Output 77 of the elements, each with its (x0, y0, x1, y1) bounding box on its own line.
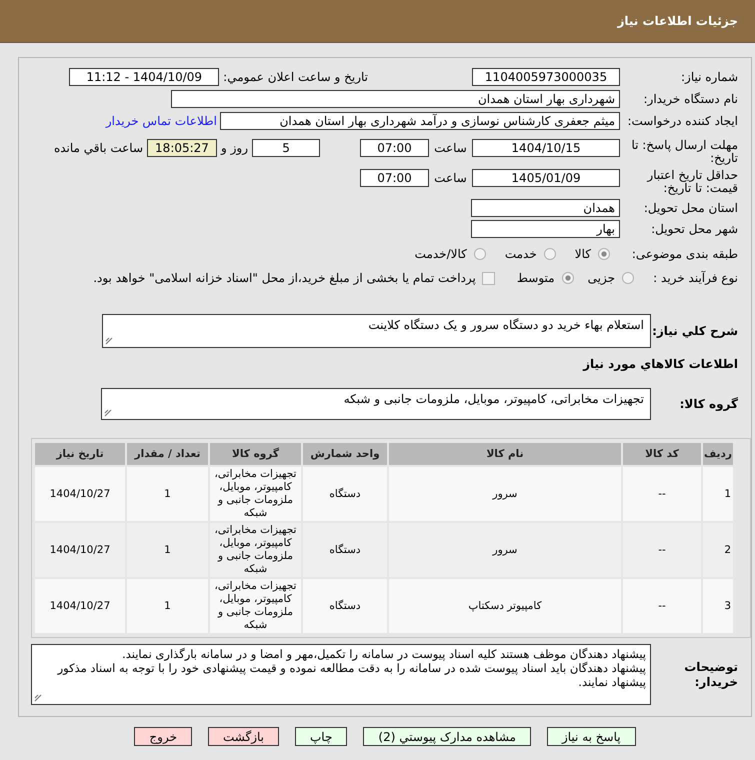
reply-button[interactable]: پاسخ به نیاز (546, 727, 636, 746)
need-number-field[interactable]: 1104005973000035 (472, 68, 620, 86)
category-radio[interactable]: خدمت (504, 247, 556, 261)
unit-cell: دستگاه (303, 467, 387, 521)
description-field[interactable]: استعلام بهاء خرید دو دستگاه سرور و یک دستگاه کلاینت (102, 314, 651, 348)
column-header[interactable]: کد کالا (623, 443, 701, 465)
date-cell: 1404/10/27 (35, 523, 125, 577)
field-label: مهلت ارسال پاسخ: تا تاریخ: (630, 139, 738, 165)
name-cell: کامپیوتر دسکتاپ (389, 579, 621, 633)
section-title: اطلاعات کالاهاي مورد نیاز (583, 357, 738, 371)
category-radio[interactable]: کالا (574, 247, 610, 261)
description-label: شرح کلي نیاز: (651, 324, 738, 338)
group-cell: تجهیزات مخابراتی، کامپیوتر، موبایل، ملزومات جانبی و شبکه (210, 467, 301, 521)
deadline-time-field[interactable]: 07:00 (360, 139, 429, 157)
field-label: تاریخ و ساعت اعلان عمومي: (223, 70, 368, 84)
row-number-cell: 3 (703, 579, 733, 633)
group-cell: تجهیزات مخابراتی، کامپیوتر، موبایل، ملزومات جانبی و شبکه (210, 523, 301, 577)
row-number-cell: 2 (703, 523, 733, 577)
requester-field[interactable]: میثم جعفری کارشناس نوسازی و درآمد شهرداری بهار استان همدان (220, 112, 620, 130)
date-cell: 1404/10/27 (35, 467, 125, 521)
code-cell: -- (623, 579, 701, 633)
column-header[interactable]: نام کالا (389, 443, 621, 465)
page-title: جزئیات اطلاعات نیاز (617, 14, 738, 28)
field-label: نوع فرآیند خرید : (652, 272, 738, 284)
city-field[interactable]: بهار (471, 220, 620, 238)
validity-time-field[interactable]: 07:00 (360, 169, 429, 187)
field-label: طبقه بندی موضوعی: (630, 248, 738, 260)
quantity-cell: 1 (127, 467, 208, 521)
announce-date-field[interactable]: 1404/10/09 - 11:12 (69, 68, 220, 86)
column-header[interactable]: تاریخ نیاز (35, 443, 125, 465)
days-field[interactable]: 5 (252, 139, 320, 157)
goods-group-field[interactable]: تجهیزات مخابراتی، کامپیوتر، موبایل، ملزومات جانبی و شبکه (101, 388, 651, 420)
remaining-time-field[interactable]: 18:05:27 (147, 139, 217, 157)
process-radio[interactable]: متوسط (516, 271, 574, 285)
exit-button[interactable]: خروج (134, 727, 192, 746)
quantity-cell: 1 (127, 579, 208, 633)
time-label: ساعت (433, 170, 468, 187)
name-cell: سرور (389, 467, 621, 521)
back-button[interactable]: بازگشت (208, 727, 279, 746)
resize-grip-icon[interactable] (104, 409, 112, 417)
field-label: شماره نیاز: (680, 70, 738, 84)
treasury-payment-checkbox[interactable]: پرداخت تمام یا بخشی از مبلغ خرید،از محل "اسناد خزانه اسلامی" خواهد بود. (93, 271, 495, 285)
field-label: ایجاد کننده درخواست: (626, 114, 738, 128)
buyer-notes-field[interactable]: پیشنهاد دهندگان موظف هستند کلیه اسناد پیوست در سامانه را تکمیل،مهر و امضا و در سامانه بارگذاری نمایند. پیشنهاد دهندگان باید اسناد پیوست شده در سامانه را به دقت مطالعه نموده و قیمت پیشنهادی خود را با توجه به اسناد مذکور پیشنهاد نمایند. (31, 644, 651, 705)
category-radio[interactable]: کالا/خدمت (414, 247, 486, 261)
group-cell: تجهیزات مخابراتی، کامپیوتر، موبایل، ملزومات جانبی و شبکه (210, 579, 301, 633)
contact-link[interactable]: اطلاعات تماس خریدار (106, 114, 217, 128)
validity-date-field[interactable]: 1405/01/09 (472, 169, 620, 187)
column-header[interactable]: تعداد / مقدار (127, 443, 208, 465)
column-header[interactable]: ردیف (703, 443, 733, 465)
field-label: نام دستگاه خریدار: (642, 92, 738, 106)
field-label: حداقل تاریخ اعتبار قیمت: تا تاریخ: (646, 169, 738, 195)
code-cell: -- (623, 467, 701, 521)
unit-cell: دستگاه (303, 579, 387, 633)
buyer-notes-label: توضیحات خریدار: (683, 660, 738, 690)
code-cell: -- (623, 523, 701, 577)
column-header[interactable]: گروه کالا (210, 443, 301, 465)
field-label: شهر محل تحویل: (650, 222, 738, 236)
buyer-org-field[interactable]: شهرداری بهار استان همدان (171, 90, 620, 108)
days-label: روز و (220, 140, 249, 157)
deadline-date-field[interactable]: 1404/10/15 (472, 139, 620, 157)
province-field[interactable]: همدان (471, 199, 620, 217)
resize-grip-icon[interactable] (34, 694, 42, 702)
date-cell: 1404/10/27 (35, 579, 125, 633)
view-attachments-button[interactable]: مشاهده مدارک پیوستي (2) (363, 727, 531, 746)
quantity-cell: 1 (127, 523, 208, 577)
print-button[interactable]: چاپ (295, 727, 348, 746)
goods-group-label: گروه کالا: (678, 397, 738, 411)
column-header[interactable]: واحد شمارش (303, 443, 387, 465)
field-label: استان محل تحویل: (642, 202, 738, 214)
time-label: ساعت (433, 140, 468, 157)
resize-grip-icon[interactable] (105, 337, 113, 345)
unit-cell: دستگاه (303, 523, 387, 577)
row-number-cell: 1 (703, 467, 733, 521)
remaining-label: ساعت باقي مانده (54, 140, 143, 157)
process-radio[interactable]: جزیی (588, 271, 634, 285)
name-cell: سرور (389, 523, 621, 577)
